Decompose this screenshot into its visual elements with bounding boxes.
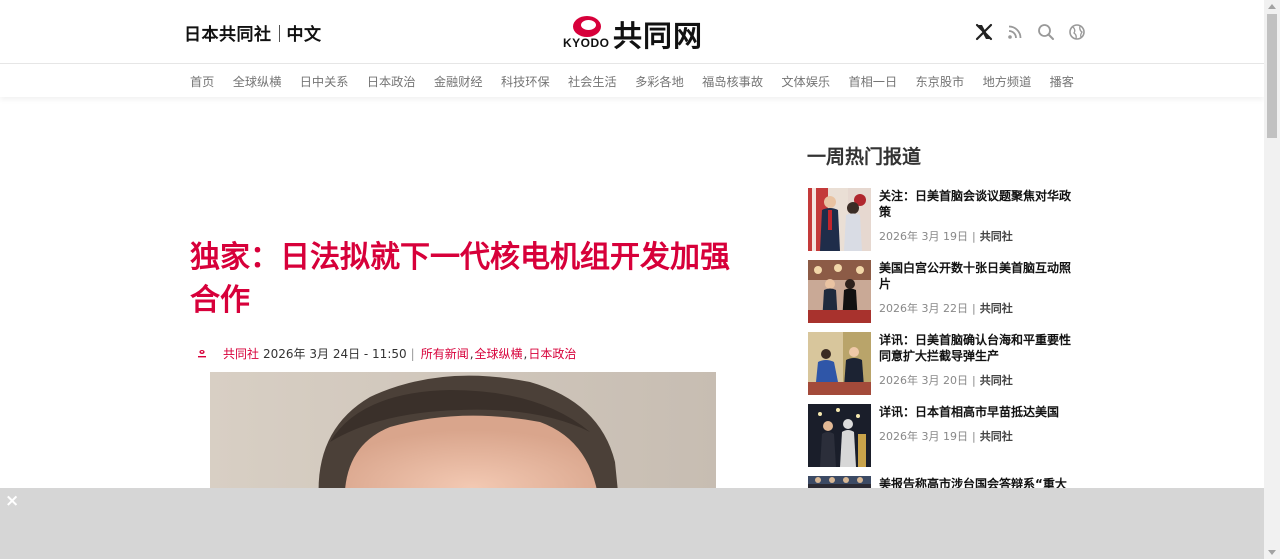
item-source: 共同社 [979, 230, 1013, 243]
main-nav: 首页 全球纵横 日中关系 日本政治 金融财经 科技环保 社会生活 多彩各地 福岛… [0, 64, 1264, 97]
x-icon[interactable] [974, 22, 994, 42]
nav-item-culture[interactable]: 文体娱乐 [781, 72, 830, 90]
item-title[interactable]: 详讯：日美首脑确认台海和平重要性 同意扩大拦截导弹生产 [879, 332, 1074, 364]
nav-item-tech[interactable]: 科技环保 [501, 72, 550, 90]
nav-item-fukushima[interactable]: 福岛核事故 [702, 72, 763, 90]
item-date: 2026年 3月 19日 [879, 430, 968, 443]
close-icon[interactable]: × [5, 493, 19, 510]
list-item[interactable]: 详讯：日美首脑确认台海和平重要性 同意扩大拦截导弹生产 2026年 3月 20日… [808, 332, 1074, 404]
scrollbar[interactable] [1264, 0, 1280, 559]
item-source: 共同社 [979, 430, 1013, 443]
list-item[interactable]: 详讯：日本首相高市早苗抵达美国 2026年 3月 19日 | 共同社 [808, 404, 1074, 476]
nav-item-finance[interactable]: 金融财经 [434, 72, 483, 90]
item-source: 共同社 [979, 302, 1013, 315]
nav-item-local[interactable]: 地方频道 [983, 72, 1032, 90]
item-meta: 2026年 3月 22日 | 共同社 [879, 300, 1013, 316]
meta-divider: | [971, 430, 976, 443]
header-icon-group [974, 22, 1087, 42]
nav-item-stocks[interactable]: 东京股市 [916, 72, 965, 90]
divider [278, 25, 280, 42]
site-name[interactable]: 日本共同社 中文 [184, 20, 322, 45]
nav-item-home[interactable]: 首页 [190, 72, 214, 90]
language-label[interactable]: 中文 [287, 25, 322, 45]
nav-item-japan-china[interactable]: 日中关系 [300, 72, 349, 90]
scrollbar-thumb[interactable] [1267, 14, 1277, 138]
thumbnail-image[interactable] [808, 332, 871, 395]
thumbnail-image[interactable] [808, 188, 871, 251]
item-source: 共同社 [979, 374, 1013, 387]
sidebar-title: 一周热门报道 [807, 146, 922, 168]
scroll-down-arrow-icon[interactable] [1268, 550, 1276, 555]
author-avatar-icon [198, 349, 206, 357]
kyodo-logo[interactable]: KYODO 共同网 [563, 13, 703, 53]
nav-item-society[interactable]: 社会生活 [568, 72, 617, 90]
item-meta: 2026年 3月 20日 | 共同社 [879, 372, 1013, 388]
comma: , [469, 346, 474, 361]
category-link-politics[interactable]: 日本政治 [528, 345, 576, 362]
item-title[interactable]: 美国白宫公开数十张日美首脑互动照片 [879, 260, 1074, 292]
article-date: 2026年 3月 24日 - 11:50 [263, 347, 407, 361]
author-link[interactable]: 共同社 [223, 345, 259, 362]
list-item[interactable]: 关注：日美首脑会谈议题聚焦对华政策 2026年 3月 19日 | 共同社 [808, 188, 1074, 260]
logo-cn-text: 共同网 [613, 19, 704, 53]
meta-divider: | [971, 230, 976, 243]
site-header: 日本共同社 中文 KYODO 共同网 [0, 0, 1264, 64]
thumbnail-image[interactable] [808, 260, 871, 323]
article-headline: 独家：日法拟就下一代核电机组开发加强合作 [190, 240, 730, 318]
nav-item-regions[interactable]: 多彩各地 [635, 72, 684, 90]
site-name-text[interactable]: 日本共同社 [184, 25, 272, 45]
item-title[interactable]: 详讯：日本首相高市早苗抵达美国 [879, 404, 1074, 420]
search-icon[interactable] [1036, 22, 1056, 42]
item-meta: 2026年 3月 19日 | 共同社 [879, 428, 1013, 444]
meta-divider: | [410, 346, 415, 361]
item-date: 2026年 3月 20日 [879, 374, 968, 387]
nav-item-politics[interactable]: 日本政治 [367, 72, 416, 90]
scroll-up-arrow-icon[interactable] [1268, 4, 1276, 9]
item-title[interactable]: 关注：日美首脑会谈议题聚焦对华政策 [879, 188, 1074, 220]
item-date: 2026年 3月 22日 [879, 302, 968, 315]
nav-item-podcast[interactable]: 播客 [1050, 72, 1074, 90]
globe-icon[interactable] [1067, 22, 1087, 42]
category-link-world[interactable]: 全球纵横 [475, 345, 523, 362]
category-link-all[interactable]: 所有新闻 [421, 345, 469, 362]
item-date: 2026年 3月 19日 [879, 230, 968, 243]
article-meta: 共同社 2026年 3月 24日 - 11:50 | 所有新闻, 全球纵横, 日本政… [196, 345, 576, 362]
meta-divider: | [971, 374, 976, 387]
thumbnail-image[interactable] [808, 404, 871, 467]
nav-item-pm-day[interactable]: 首相一日 [848, 72, 897, 90]
logo-mark-icon [573, 16, 601, 37]
item-meta: 2026年 3月 19日 | 共同社 [879, 228, 1013, 244]
logo-kyodo-text: KYODO [563, 36, 610, 50]
list-item[interactable]: 美国白宫公开数十张日美首脑互动照片 2026年 3月 22日 | 共同社 [808, 260, 1074, 332]
ad-overlay: × [0, 488, 1264, 559]
rss-icon[interactable] [1005, 22, 1025, 42]
nav-item-world[interactable]: 全球纵横 [233, 72, 282, 90]
meta-divider: | [971, 302, 976, 315]
nav-list: 首页 全球纵横 日中关系 日本政治 金融财经 科技环保 社会生活 多彩各地 福岛… [190, 64, 1074, 97]
comma: , [523, 346, 528, 361]
